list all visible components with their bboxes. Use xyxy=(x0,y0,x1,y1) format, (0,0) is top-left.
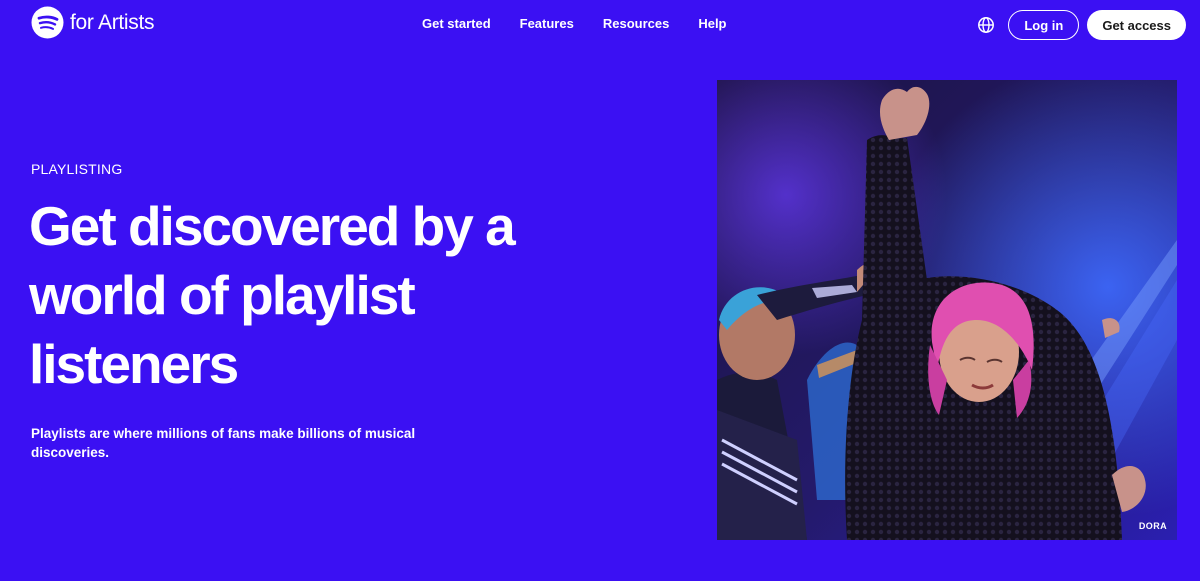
globe-icon[interactable] xyxy=(977,16,995,34)
nav-item-help[interactable]: Help xyxy=(698,16,726,31)
brand-text: for Artists xyxy=(70,10,155,34)
nav-item-get-started[interactable]: Get started xyxy=(422,16,491,31)
login-button[interactable]: Log in xyxy=(1008,10,1080,40)
dancers-photo-illustration xyxy=(717,80,1177,540)
section-eyebrow: PLAYLISTING xyxy=(31,161,123,177)
site-header: for Artists Get started Features Resourc… xyxy=(0,0,1200,50)
hero-headline: Get discovered by a world of playlist li… xyxy=(29,195,516,395)
hero-photo: DORA xyxy=(717,80,1177,540)
nav-item-resources[interactable]: Resources xyxy=(603,16,669,31)
brand-link[interactable]: for Artists xyxy=(31,6,155,39)
photo-credit: DORA xyxy=(1138,521,1167,531)
nav-item-features[interactable]: Features xyxy=(520,16,574,31)
hero-subtext: Playlists are where millions of fans mak… xyxy=(31,426,416,460)
spotify-logo-icon xyxy=(31,6,64,39)
get-access-button[interactable]: Get access xyxy=(1087,10,1186,40)
main-nav: Get started Features Resources Help xyxy=(422,16,756,31)
header-actions: Log in Get access xyxy=(977,10,1186,40)
